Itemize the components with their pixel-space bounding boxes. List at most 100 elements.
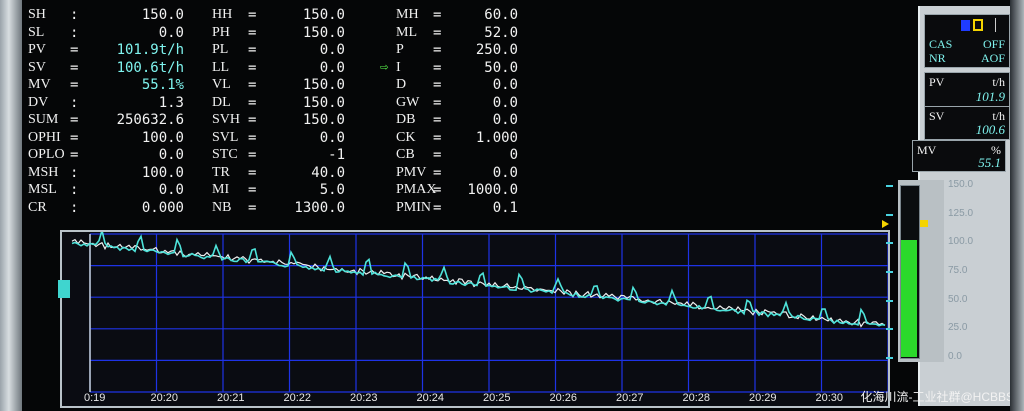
scale-label: 25.0 — [948, 322, 968, 334]
param-value[interactable]: 100.0 — [92, 164, 184, 182]
param-name: DL — [212, 94, 231, 110]
param-name: SH — [28, 7, 46, 22]
param-separator: : — [70, 182, 79, 198]
param-value[interactable]: 52.0 — [448, 24, 518, 42]
param-separator: = — [248, 59, 257, 76]
time-tick: 20:24 — [416, 392, 445, 404]
time-tick: 20:22 — [283, 392, 312, 404]
param-value[interactable]: 150.0 — [273, 94, 345, 112]
param-value[interactable]: 0.0 — [448, 94, 518, 112]
param-separator: = — [248, 24, 257, 41]
param-value[interactable]: 0 — [448, 146, 518, 164]
param-name: OPLO — [28, 147, 65, 162]
scale-tick — [886, 271, 893, 273]
param-separator: = — [248, 182, 257, 198]
pv-box[interactable]: PV t/h 101.9 — [924, 72, 1010, 108]
sv-label: SV — [929, 109, 945, 123]
time-tick: 20:27 — [616, 392, 644, 404]
param-value[interactable]: 0.0 — [273, 59, 345, 77]
param-value[interactable]: 1000.0 — [448, 181, 518, 199]
param-name: D — [396, 77, 407, 92]
param-value[interactable]: -1 — [273, 146, 345, 164]
param-value[interactable]: 100.0 — [92, 129, 184, 147]
mode-box[interactable]: CAS OFF NR AOF — [924, 14, 1010, 68]
param-separator: = — [248, 77, 257, 93]
tag-icon — [973, 19, 983, 31]
scale-label: 100.0 — [948, 236, 974, 248]
param-separator: = — [70, 77, 79, 93]
param-name: TR — [212, 164, 230, 180]
mv-box[interactable]: MV % 55.1 — [912, 140, 1006, 172]
param-separator: : — [70, 7, 79, 23]
param-name: GW — [396, 94, 420, 110]
param-name: SVH — [212, 112, 241, 127]
scale-tick — [886, 328, 893, 331]
param-name: PL — [212, 42, 229, 57]
scale-tick — [886, 242, 893, 245]
param-value[interactable]: 0.0 — [273, 41, 345, 59]
param-value[interactable]: 50.0 — [448, 59, 518, 77]
sv-box[interactable]: SV t/h 100.6 — [924, 106, 1010, 140]
param-value[interactable]: 1.000 — [448, 129, 518, 147]
param-value[interactable]: 0.0 — [448, 164, 518, 182]
param-value[interactable]: 150.0 — [273, 111, 345, 129]
scale-label: 0.0 — [948, 351, 962, 362]
param-name: MSH — [28, 164, 59, 180]
time-tick: 0:19 — [84, 392, 106, 404]
pv-value: 101.9 — [975, 89, 1005, 104]
param-value[interactable]: 150.0 — [92, 6, 184, 24]
param-separator: = — [248, 112, 257, 128]
param-value[interactable]: 5.0 — [273, 181, 345, 199]
param-separator: = — [433, 112, 442, 128]
param-value[interactable]: 55.1% — [92, 76, 184, 94]
param-value[interactable]: 0.1 — [448, 199, 518, 217]
param-value[interactable]: 0.0 — [448, 76, 518, 94]
param-name: PMAX — [396, 182, 437, 197]
dcs-screen: SH:150.0 SL:0.0 PV = 101.9t/h SV = 100.6t/h MV = 5… — [0, 0, 1024, 411]
param-value[interactable]: 60.0 — [448, 6, 518, 24]
time-tick: 20:30 — [815, 392, 844, 404]
sv-value: 100.6 — [975, 122, 1005, 137]
param-name: SV — [28, 59, 46, 75]
param-value[interactable]: 0.0 — [448, 111, 518, 129]
param-separator: : — [70, 164, 79, 181]
param-name: LL — [212, 59, 230, 75]
param-value[interactable]: 0.0 — [92, 181, 184, 199]
trend-cursor-marker[interactable] — [58, 280, 70, 298]
param-value[interactable]: 150.0 — [273, 76, 345, 94]
param-separator: = — [248, 147, 257, 163]
time-tick: 20:28 — [682, 392, 711, 404]
param-value[interactable]: 250632.6 — [92, 111, 184, 129]
scale-label: 125.0 — [948, 207, 974, 219]
param-value[interactable]: 1.3 — [92, 94, 184, 112]
param-value[interactable]: 0.000 — [92, 199, 184, 217]
param-value[interactable]: 0.0 — [273, 129, 345, 147]
param-value[interactable]: 0.0 — [92, 146, 184, 164]
mv-value: 55.1 — [978, 155, 1001, 170]
param-name: PH — [212, 24, 230, 40]
pv-unit: t/h — [992, 75, 1005, 89]
param-separator: = — [433, 164, 442, 181]
watermark: 化海川流-工业社群@HCBBS — [860, 390, 1014, 404]
param-value[interactable]: 0.0 — [92, 24, 184, 42]
sv-marker-icon — [920, 219, 928, 227]
scale-tick — [886, 299, 893, 302]
param-separator: = — [248, 7, 257, 23]
param-value[interactable]: 40.0 — [273, 164, 345, 182]
param-separator: = — [433, 7, 442, 23]
param-name: SVL — [212, 129, 239, 145]
param-separator: = — [433, 129, 442, 146]
cas-state: OFF — [982, 37, 1005, 51]
param-separator: = — [70, 147, 79, 163]
param-separator: = — [248, 199, 257, 216]
param-name: MH — [396, 7, 419, 22]
param-value[interactable]: 100.6t/h — [92, 59, 184, 77]
param-name: SUM — [28, 112, 59, 127]
param-value[interactable]: 1300.0 — [273, 199, 345, 217]
param-name: CK — [396, 129, 416, 145]
param-value[interactable]: 150.0 — [273, 6, 345, 24]
param-value[interactable]: 101.9t/h — [92, 41, 184, 59]
param-value[interactable]: 150.0 — [273, 24, 345, 42]
param-name: PV — [28, 42, 46, 57]
param-value[interactable]: 250.0 — [448, 41, 518, 59]
